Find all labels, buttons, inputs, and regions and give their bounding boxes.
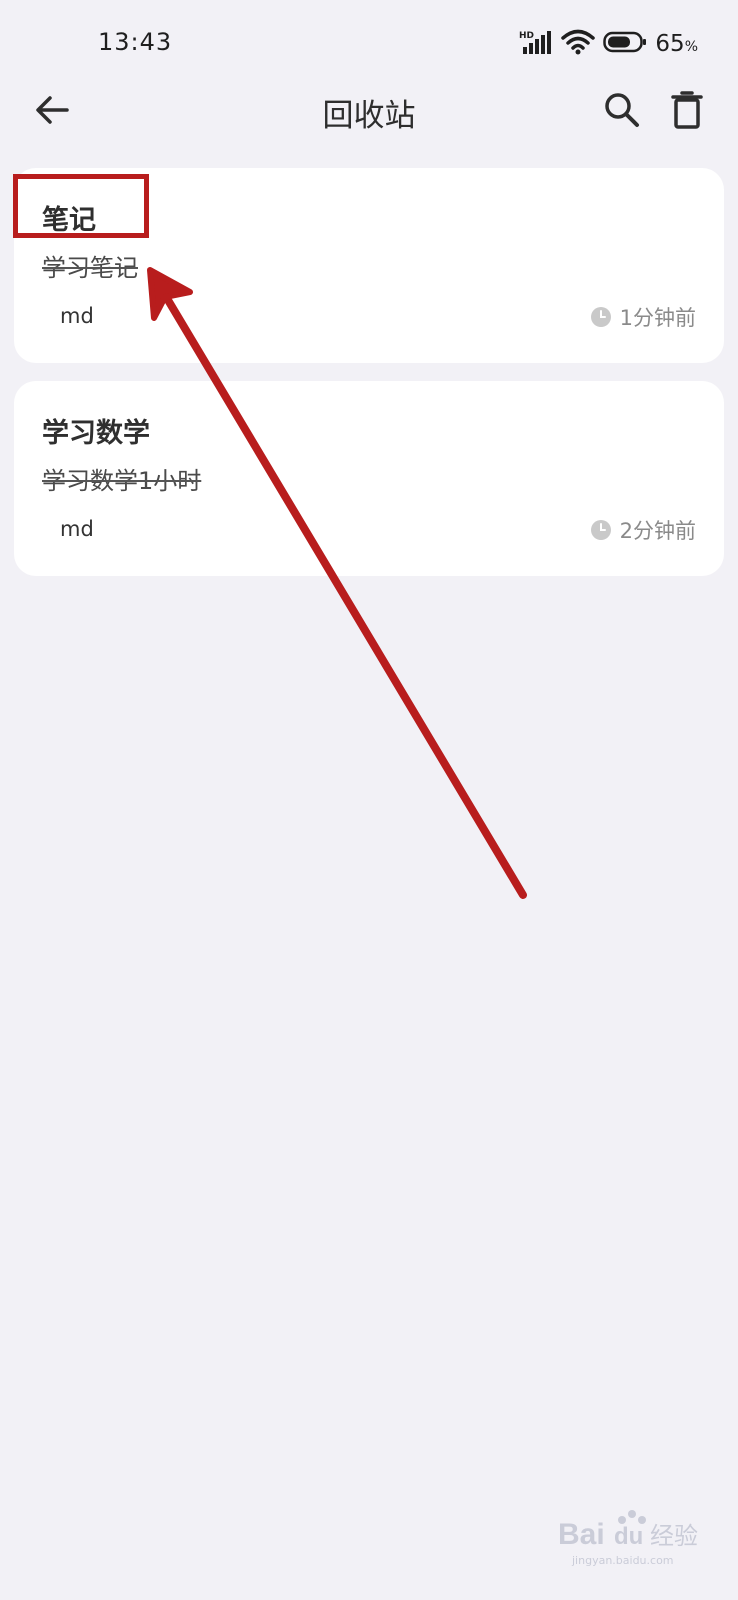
note-tag: md [60, 304, 94, 328]
status-time: 13:43 [98, 28, 173, 56]
wifi-icon [561, 29, 596, 59]
note-time-label: 1分钟前 [619, 306, 696, 330]
annotation-highlight-box [13, 174, 149, 238]
clock-icon [590, 520, 611, 540]
search-button[interactable] [598, 86, 646, 134]
battery-level: 65% [655, 31, 698, 57]
svg-text:jingyan.baidu.com: jingyan.baidu.com [571, 1554, 674, 1567]
network-type-label: HD [519, 31, 534, 41]
battery-icon [603, 30, 647, 58]
clock-icon [590, 307, 611, 327]
note-card[interactable]: 学习数学 学习数学1小时 md 2分钟前 [14, 381, 724, 576]
recycle-bin-screen: 13:43 HD 65% 回收站 笔记 学习笔记 md 1分钟前 学习数学 学习… [0, 0, 738, 1600]
baidu-jingyan-watermark-logo: Bai du 经验 jingyan.baidu.com [558, 1502, 708, 1572]
cellular-signal-icon: HD [519, 29, 553, 59]
svg-text:du: du [614, 1523, 643, 1550]
svg-text:Bai: Bai [558, 1518, 605, 1551]
empty-trash-button[interactable] [663, 86, 711, 134]
status-bar: 13:43 HD 65% [0, 0, 738, 88]
note-time: 2分钟前 [590, 515, 696, 545]
note-tag: md [60, 517, 94, 541]
note-snippet: 学习笔记 [42, 254, 138, 282]
battery-unit: % [684, 39, 698, 55]
note-snippet: 学习数学1小时 [42, 467, 202, 495]
note-time: 1分钟前 [590, 302, 696, 332]
note-time-label: 2分钟前 [619, 519, 696, 543]
status-icons: HD 65% [519, 26, 698, 62]
app-bar: 回收站 [0, 80, 738, 140]
trash-icon [671, 91, 703, 129]
battery-value: 65 [655, 31, 685, 57]
note-title: 学习数学 [42, 418, 150, 449]
search-icon [605, 93, 639, 127]
svg-text:经验: 经验 [650, 1522, 698, 1550]
